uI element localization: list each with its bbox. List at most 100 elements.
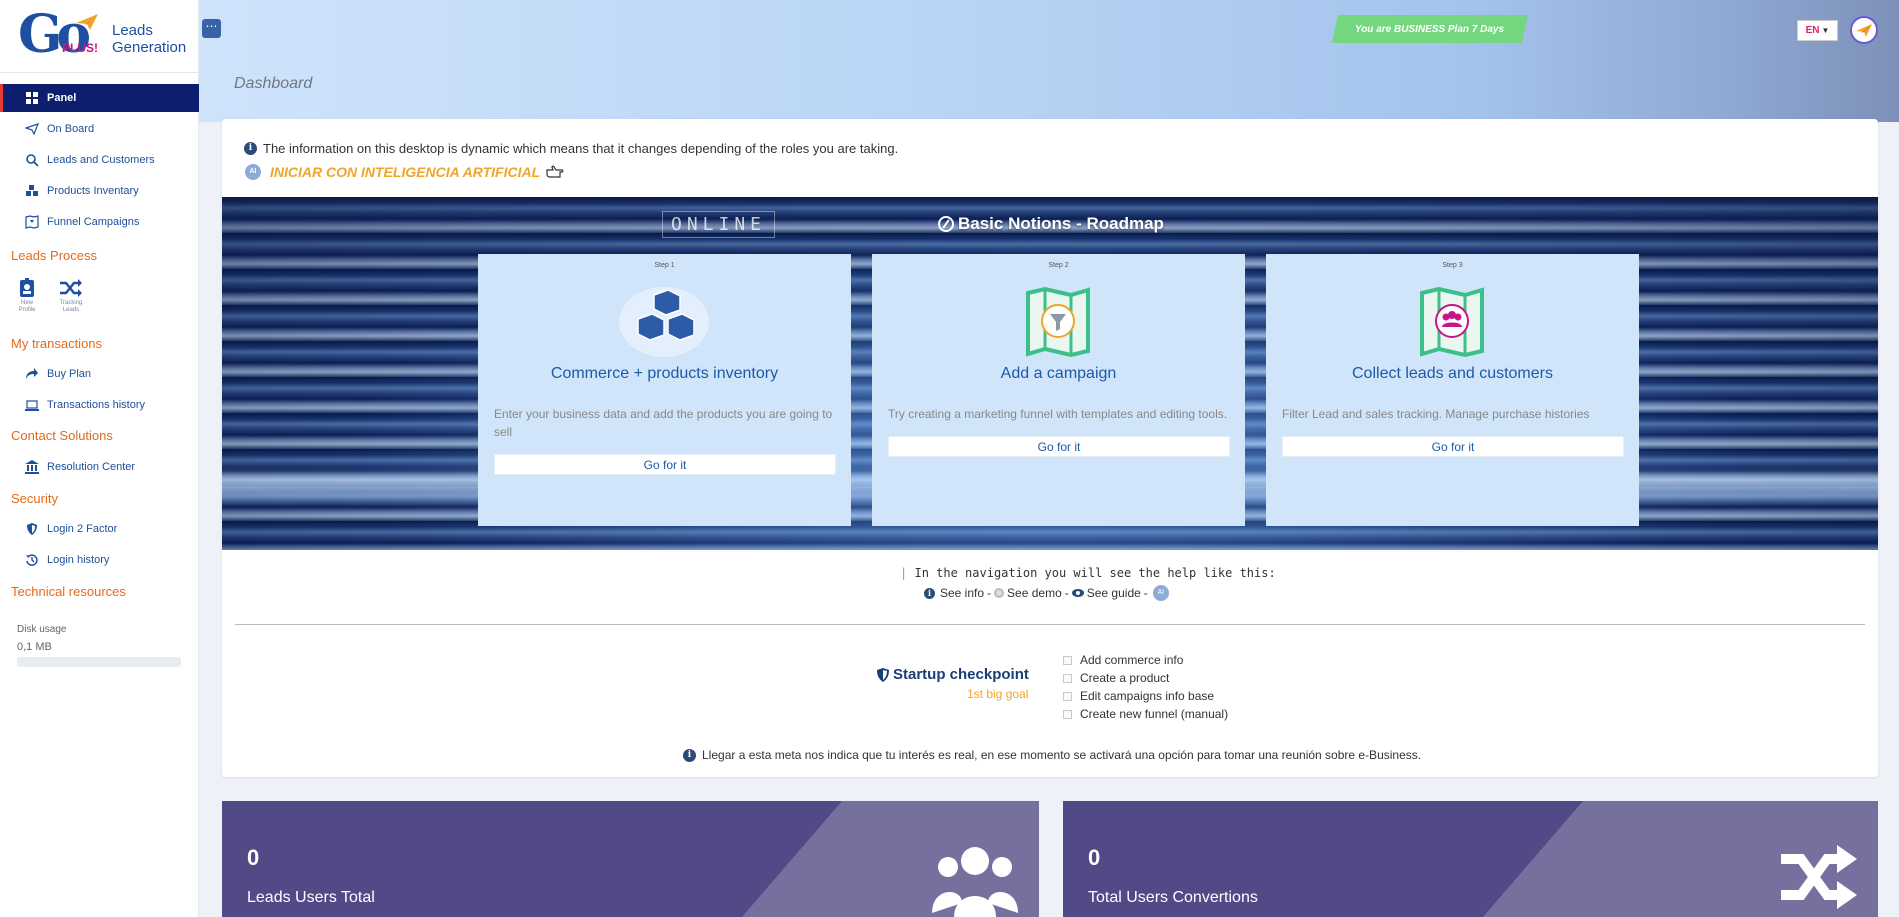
cubes-icon	[26, 185, 38, 196]
see-info-label[interactable]: See info	[940, 586, 984, 600]
cursor-mark: |	[900, 566, 908, 580]
info-icon: i	[244, 142, 257, 155]
checkpoint-item[interactable]: Edit campaigns info base	[1063, 687, 1228, 705]
info-message-text: The information on this desktop is dynam…	[263, 141, 899, 156]
sidebar-item-login-history[interactable]: Login history	[0, 546, 199, 574]
sidebar-item-products-inventary[interactable]: Products Inventary	[0, 177, 199, 205]
checkpoint-item[interactable]: Add commerce info	[1063, 651, 1228, 669]
funnel-map-icon	[25, 215, 39, 229]
sidebar-item-funnel-campaigns[interactable]: Funnel Campaigns	[0, 208, 199, 236]
step-description: Filter Lead and sales tracking. Manage p…	[1282, 407, 1590, 421]
language-select[interactable]: EN ▼	[1797, 20, 1838, 41]
step-3-go-button[interactable]: Go for it	[1282, 436, 1624, 457]
section-my-transactions: My transactions	[11, 336, 103, 351]
step-1-go-button[interactable]: Go for it	[494, 454, 836, 475]
checkbox[interactable]	[1063, 655, 1072, 665]
stat-label: Total Users Convertions	[1088, 889, 1258, 906]
checkpoint-note: i Llegar a esta meta nos indica que tu i…	[683, 748, 1421, 762]
info-icon: i	[683, 748, 696, 762]
section-divider	[235, 624, 1865, 625]
checkpoint-item[interactable]: Create a product	[1063, 669, 1228, 687]
new-profile-button[interactable]: New Profile	[12, 278, 42, 314]
shuffle-icon	[60, 279, 82, 297]
checkbox[interactable]	[1063, 691, 1072, 701]
section-security: Security	[11, 491, 58, 506]
stat-label: Leads Users Total	[247, 889, 375, 906]
roadmap-step-3: Step 3 Collect leads and customers Filte…	[1266, 254, 1639, 526]
step-title: Add a campaign	[1000, 365, 1117, 382]
separator: -	[987, 586, 992, 600]
see-guide-label[interactable]: See guide	[1087, 586, 1141, 600]
sidebar-item-label: Transactions history	[47, 399, 146, 411]
share-arrow-icon	[26, 368, 38, 379]
grid-icon	[26, 92, 38, 104]
ai-icon: AI	[1152, 585, 1169, 601]
new-profile-label1: New	[20, 300, 33, 306]
checkpoint-note-text: Llegar a esta meta nos indica que tu int…	[702, 748, 1422, 762]
logo-plus: PLUS!	[62, 41, 98, 55]
stat-card-leads-users: 0 Leads Users Total	[222, 801, 1039, 917]
app-logo[interactable]: Go PLUS! Leads Generation	[18, 4, 188, 65]
checkpoint-list: Add commerce info Create a product Edit …	[1063, 651, 1228, 723]
ai-start-link[interactable]: AI INICIAR CON INTELIGENCIA ARTIFICIAL	[245, 164, 564, 180]
roadmap-title: Basic Notions - Roadmap	[938, 214, 1164, 234]
sidebar-item-login-2-factor[interactable]: Login 2 Factor	[0, 515, 199, 543]
step-description: Enter your business data and add the pro…	[494, 407, 833, 439]
checkbox[interactable]	[1063, 673, 1072, 683]
roadmap-step-1: Step 1 Commerce + products inventory Ent…	[478, 254, 851, 526]
checkpoint-item[interactable]: Create new funnel (manual)	[1063, 705, 1228, 723]
ai-icon: AI	[245, 164, 261, 180]
page-title: Dashboard	[234, 75, 313, 92]
step-2-go-button[interactable]: Go for it	[888, 436, 1230, 457]
separator: -	[1064, 586, 1069, 600]
see-demo-label[interactable]: See demo	[1007, 586, 1062, 600]
plan-badge[interactable]: You are BUSINESS Plan 7 Days	[1332, 15, 1528, 43]
tracking-leads-button[interactable]: Tracking Leads	[56, 278, 86, 314]
step-number: Step 2	[1048, 262, 1069, 269]
sidebar-item-panel[interactable]: Panel	[0, 84, 199, 112]
new-profile-label2: Profile	[18, 307, 36, 313]
sidebar-divider	[0, 72, 199, 73]
help-hint-text: In the navigation you will see the help …	[914, 566, 1276, 580]
checkpoint-subtitle: 1st big goal	[967, 687, 1029, 701]
id-badge-icon	[20, 278, 34, 297]
stat-value: 0	[1088, 845, 1101, 870]
bank-icon	[25, 460, 39, 474]
section-technical-resources: Technical resources	[11, 584, 126, 599]
laptop-icon	[25, 400, 39, 411]
sidebar-item-leads-and-customers[interactable]: Leads and Customers	[0, 146, 199, 174]
sidebar-item-label: On Board	[47, 123, 95, 135]
section-contact-solutions: Contact Solutions	[11, 428, 113, 443]
sidebar-item-label: Resolution Center	[47, 461, 136, 473]
demo-icon	[994, 588, 1005, 598]
sidebar-toggle-button[interactable]: ⋯	[202, 19, 221, 38]
disk-usage-label: Disk usage	[17, 624, 67, 635]
sidebar-item-resolution-center[interactable]: Resolution Center	[0, 453, 199, 481]
stat-value: 0	[247, 845, 260, 870]
users-icon	[932, 847, 1018, 917]
separator: -	[1143, 586, 1148, 600]
roadmap-title-text: Basic Notions - Roadmap	[958, 214, 1164, 233]
avatar-plane-icon	[1856, 24, 1872, 37]
sidebar-item-on-board[interactable]: On Board	[0, 115, 199, 143]
sidebar-item-label: Buy Plan	[47, 368, 92, 380]
search-icon	[26, 154, 39, 167]
sidebar-item-label: Login 2 Factor	[47, 523, 118, 535]
sidebar: Go PLUS! Leads Generation Panel On Board…	[0, 0, 199, 917]
step-number: Step 3	[1442, 262, 1463, 269]
checkpoint-title: Startup checkpoint	[877, 666, 1029, 683]
sidebar-item-label: Login history	[47, 554, 110, 566]
user-avatar[interactable]	[1850, 16, 1878, 44]
sidebar-item-label: Leads and Customers	[47, 154, 155, 166]
help-legend: i See info - See demo - See guide - AI	[924, 585, 1169, 601]
shield-icon	[877, 667, 889, 682]
checkbox[interactable]	[1063, 709, 1072, 719]
sidebar-item-buy-plan[interactable]: Buy Plan	[0, 360, 199, 388]
history-icon	[26, 554, 38, 566]
pointing-hand-icon	[546, 165, 564, 178]
language-value: EN	[1805, 25, 1820, 36]
sidebar-item-transactions-history[interactable]: Transactions history	[0, 391, 199, 419]
sidebar-item-label: Panel	[47, 92, 77, 104]
disk-usage-value: 0,1 MB	[17, 641, 52, 653]
step-description: Try creating a marketing funnel with tem…	[888, 407, 1228, 421]
